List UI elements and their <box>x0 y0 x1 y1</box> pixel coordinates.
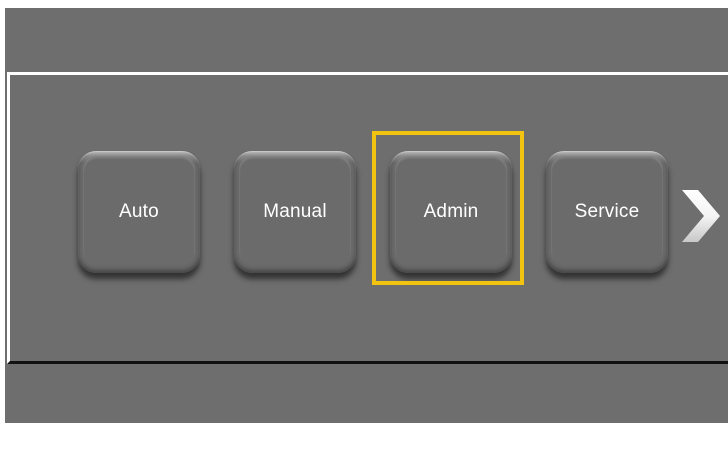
footer-area <box>5 368 728 423</box>
auto-mode-button[interactable]: Auto <box>78 151 200 273</box>
manual-mode-label: Manual <box>263 201 327 222</box>
auto-mode-label: Auto <box>119 201 159 222</box>
admin-mode-button[interactable]: Admin <box>390 151 512 273</box>
admin-mode-label: Admin <box>423 201 479 222</box>
mode-selection-panel: Auto Manual Admin Service <box>7 72 728 364</box>
service-mode-label: Service <box>574 201 640 222</box>
header-area <box>5 8 728 72</box>
chevron-right-icon[interactable] <box>676 188 726 244</box>
manual-mode-button[interactable]: Manual <box>234 151 356 273</box>
service-mode-button[interactable]: Service <box>546 151 668 273</box>
hmi-screen: Auto Manual Admin Service <box>5 8 728 423</box>
